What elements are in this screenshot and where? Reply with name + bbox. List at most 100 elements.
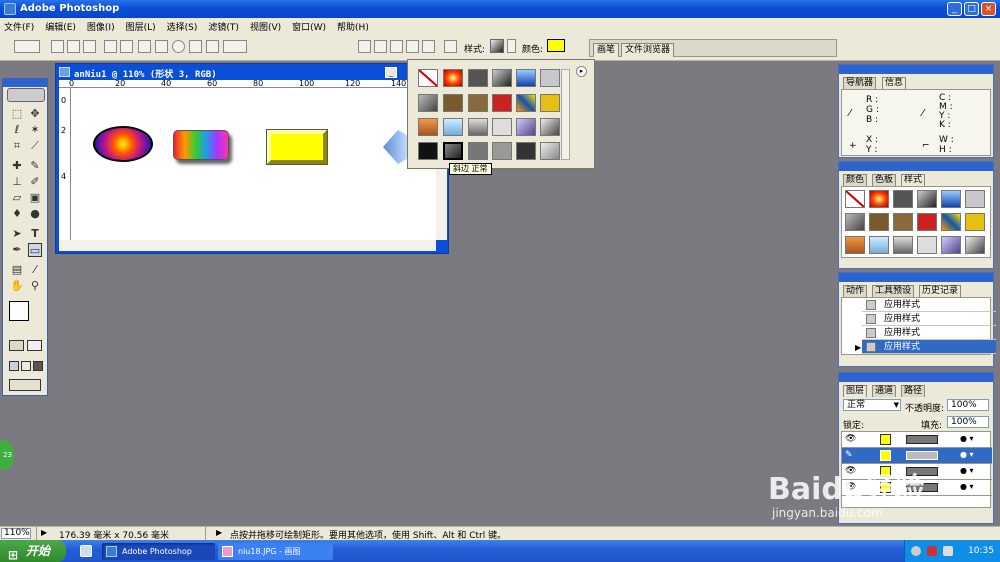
link-icon[interactable] (444, 40, 457, 53)
style-swatch[interactable] (468, 69, 488, 87)
style-swatch[interactable] (869, 213, 889, 231)
menu-help[interactable]: 帮助(H) (337, 20, 369, 33)
jump-to-imageready-icon[interactable] (9, 379, 41, 391)
tools-panel-titlebar[interactable] (3, 79, 47, 87)
style-swatch[interactable] (418, 94, 438, 112)
horizontal-scrollbar[interactable] (59, 240, 436, 251)
style-swatch[interactable] (418, 118, 438, 136)
style-swatch[interactable] (443, 118, 463, 136)
style-swatch[interactable] (917, 236, 937, 254)
style-swatch[interactable] (893, 236, 913, 254)
style-swatch[interactable] (941, 213, 961, 231)
subtract-shape-icon[interactable] (390, 40, 403, 53)
show-desktop-icon[interactable] (80, 545, 92, 557)
flyout-scrollbar[interactable] (561, 69, 570, 160)
tab-info[interactable]: 信息 (882, 77, 907, 89)
tab-brushes[interactable]: 画笔 (593, 43, 620, 57)
style-swatch[interactable] (516, 94, 536, 112)
add-to-shape-icon[interactable] (374, 40, 387, 53)
style-swatch[interactable] (492, 118, 512, 136)
start-button[interactable]: ⊞ 开始 (0, 540, 66, 562)
taskbar-item-paint[interactable]: niu18.JPG - 画图 (218, 543, 333, 560)
style-swatch[interactable] (540, 142, 560, 160)
style-swatch[interactable] (468, 94, 488, 112)
menu-layer[interactable]: 图层(L) (126, 20, 156, 33)
layer-effects-icon[interactable]: ● ▾ (960, 466, 974, 475)
opacity-field[interactable]: 100% (947, 399, 989, 411)
dodge-tool-icon[interactable]: ● (28, 207, 42, 221)
zoom-field[interactable]: 110% (1, 528, 31, 539)
menu-file[interactable]: 文件(F) (4, 20, 34, 33)
panel-titlebar[interactable] (839, 162, 993, 171)
pen-tool-icon[interactable] (104, 40, 117, 53)
tray-icon[interactable] (911, 546, 921, 556)
layer-effects-icon[interactable]: ● ▾ (960, 450, 974, 459)
style-swatch[interactable] (443, 69, 463, 87)
standard-mode-icon[interactable] (9, 340, 24, 351)
menu-edit[interactable]: 编辑(E) (45, 20, 76, 33)
shape-layers-icon[interactable] (51, 40, 64, 53)
notes-tool-icon[interactable]: ▤ (10, 263, 24, 277)
style-swatch[interactable] (516, 118, 536, 136)
intersect-shape-icon[interactable] (406, 40, 419, 53)
menu-window[interactable]: 窗口(W) (292, 20, 326, 33)
maximize-button[interactable]: □ (964, 2, 979, 16)
style-dropdown-arrow[interactable] (507, 39, 516, 53)
style-swatch[interactable] (540, 94, 560, 112)
menu-select[interactable]: 选择(S) (167, 20, 198, 33)
tab-color[interactable]: 颜色 (843, 174, 868, 186)
layer-effects-icon[interactable]: ● ▾ (960, 482, 974, 491)
fill-field[interactable]: 100% (947, 416, 989, 428)
tab-tool-presets[interactable]: 工具预设 (872, 285, 915, 297)
style-swatch[interactable] (418, 142, 438, 160)
crop-tool-icon[interactable]: ⌗ (10, 139, 24, 153)
taskbar-item-photoshop[interactable]: Adobe Photoshop (102, 543, 215, 560)
style-swatch[interactable] (893, 190, 913, 208)
doc-menu-arrow-icon[interactable]: ▶ (41, 528, 47, 537)
style-swatch[interactable] (516, 142, 536, 160)
tab-swatches[interactable]: 色板 (872, 174, 897, 186)
yellow-bevel-button[interactable] (267, 130, 327, 164)
custom-shape-icon[interactable] (223, 40, 247, 53)
brush-link-icon[interactable]: ✎ (845, 450, 853, 460)
path-selection-icon[interactable]: ➤ (10, 227, 24, 241)
style-swatch[interactable] (917, 213, 937, 231)
magic-wand-tool-icon[interactable]: ✶ (28, 123, 42, 137)
polygon-shape-icon[interactable] (189, 40, 202, 53)
paths-icon[interactable] (67, 40, 80, 53)
history-item[interactable]: 应用样式 (862, 298, 996, 312)
type-tool-icon[interactable]: T (28, 227, 42, 241)
lasso-tool-icon[interactable]: ℓ (10, 123, 24, 137)
blur-tool-icon[interactable]: ♦ (10, 207, 24, 221)
style-swatch[interactable] (492, 94, 512, 112)
style-swatch[interactable] (540, 69, 560, 87)
hand-tool-icon[interactable]: ✋ (10, 279, 24, 293)
style-swatch[interactable] (845, 213, 865, 231)
panel-titlebar[interactable] (839, 373, 993, 382)
quick-mask-mode-icon[interactable] (27, 340, 42, 351)
rectangle-tool-icon[interactable]: ▭ (28, 243, 42, 257)
style-swatch[interactable] (492, 142, 512, 160)
create-new-shape-icon[interactable] (358, 40, 371, 53)
close-button[interactable]: × (981, 2, 996, 16)
ellipse-shape-icon[interactable] (172, 40, 185, 53)
style-swatch[interactable] (941, 236, 961, 254)
history-item[interactable]: 应用样式 (862, 312, 996, 326)
freeform-pen-icon[interactable] (120, 40, 133, 53)
panel-titlebar[interactable] (839, 273, 993, 282)
move-tool-icon[interactable]: ✥ (28, 107, 42, 121)
fill-pixels-icon[interactable] (83, 40, 96, 53)
history-item[interactable]: 应用样式 (862, 326, 996, 340)
stamp-tool-icon[interactable]: ⊥ (10, 175, 24, 189)
eyedropper-tool-icon[interactable]: ⁄ (28, 263, 42, 277)
menu-view[interactable]: 视图(V) (250, 20, 281, 33)
pen-tool-icon-2[interactable]: ✒ (10, 243, 24, 257)
style-swatch-none[interactable] (418, 69, 438, 87)
zoom-tool-icon[interactable]: ⚲ (28, 279, 42, 293)
style-swatch[interactable] (845, 236, 865, 254)
style-swatch[interactable] (468, 142, 488, 160)
layer-row[interactable]: 👁 ● ▾ (842, 432, 992, 448)
menu-image[interactable]: 图像(I) (87, 20, 115, 33)
screen-mode-full-menu-icon[interactable] (21, 361, 31, 371)
tab-navigator[interactable]: 导航器 (843, 77, 877, 89)
